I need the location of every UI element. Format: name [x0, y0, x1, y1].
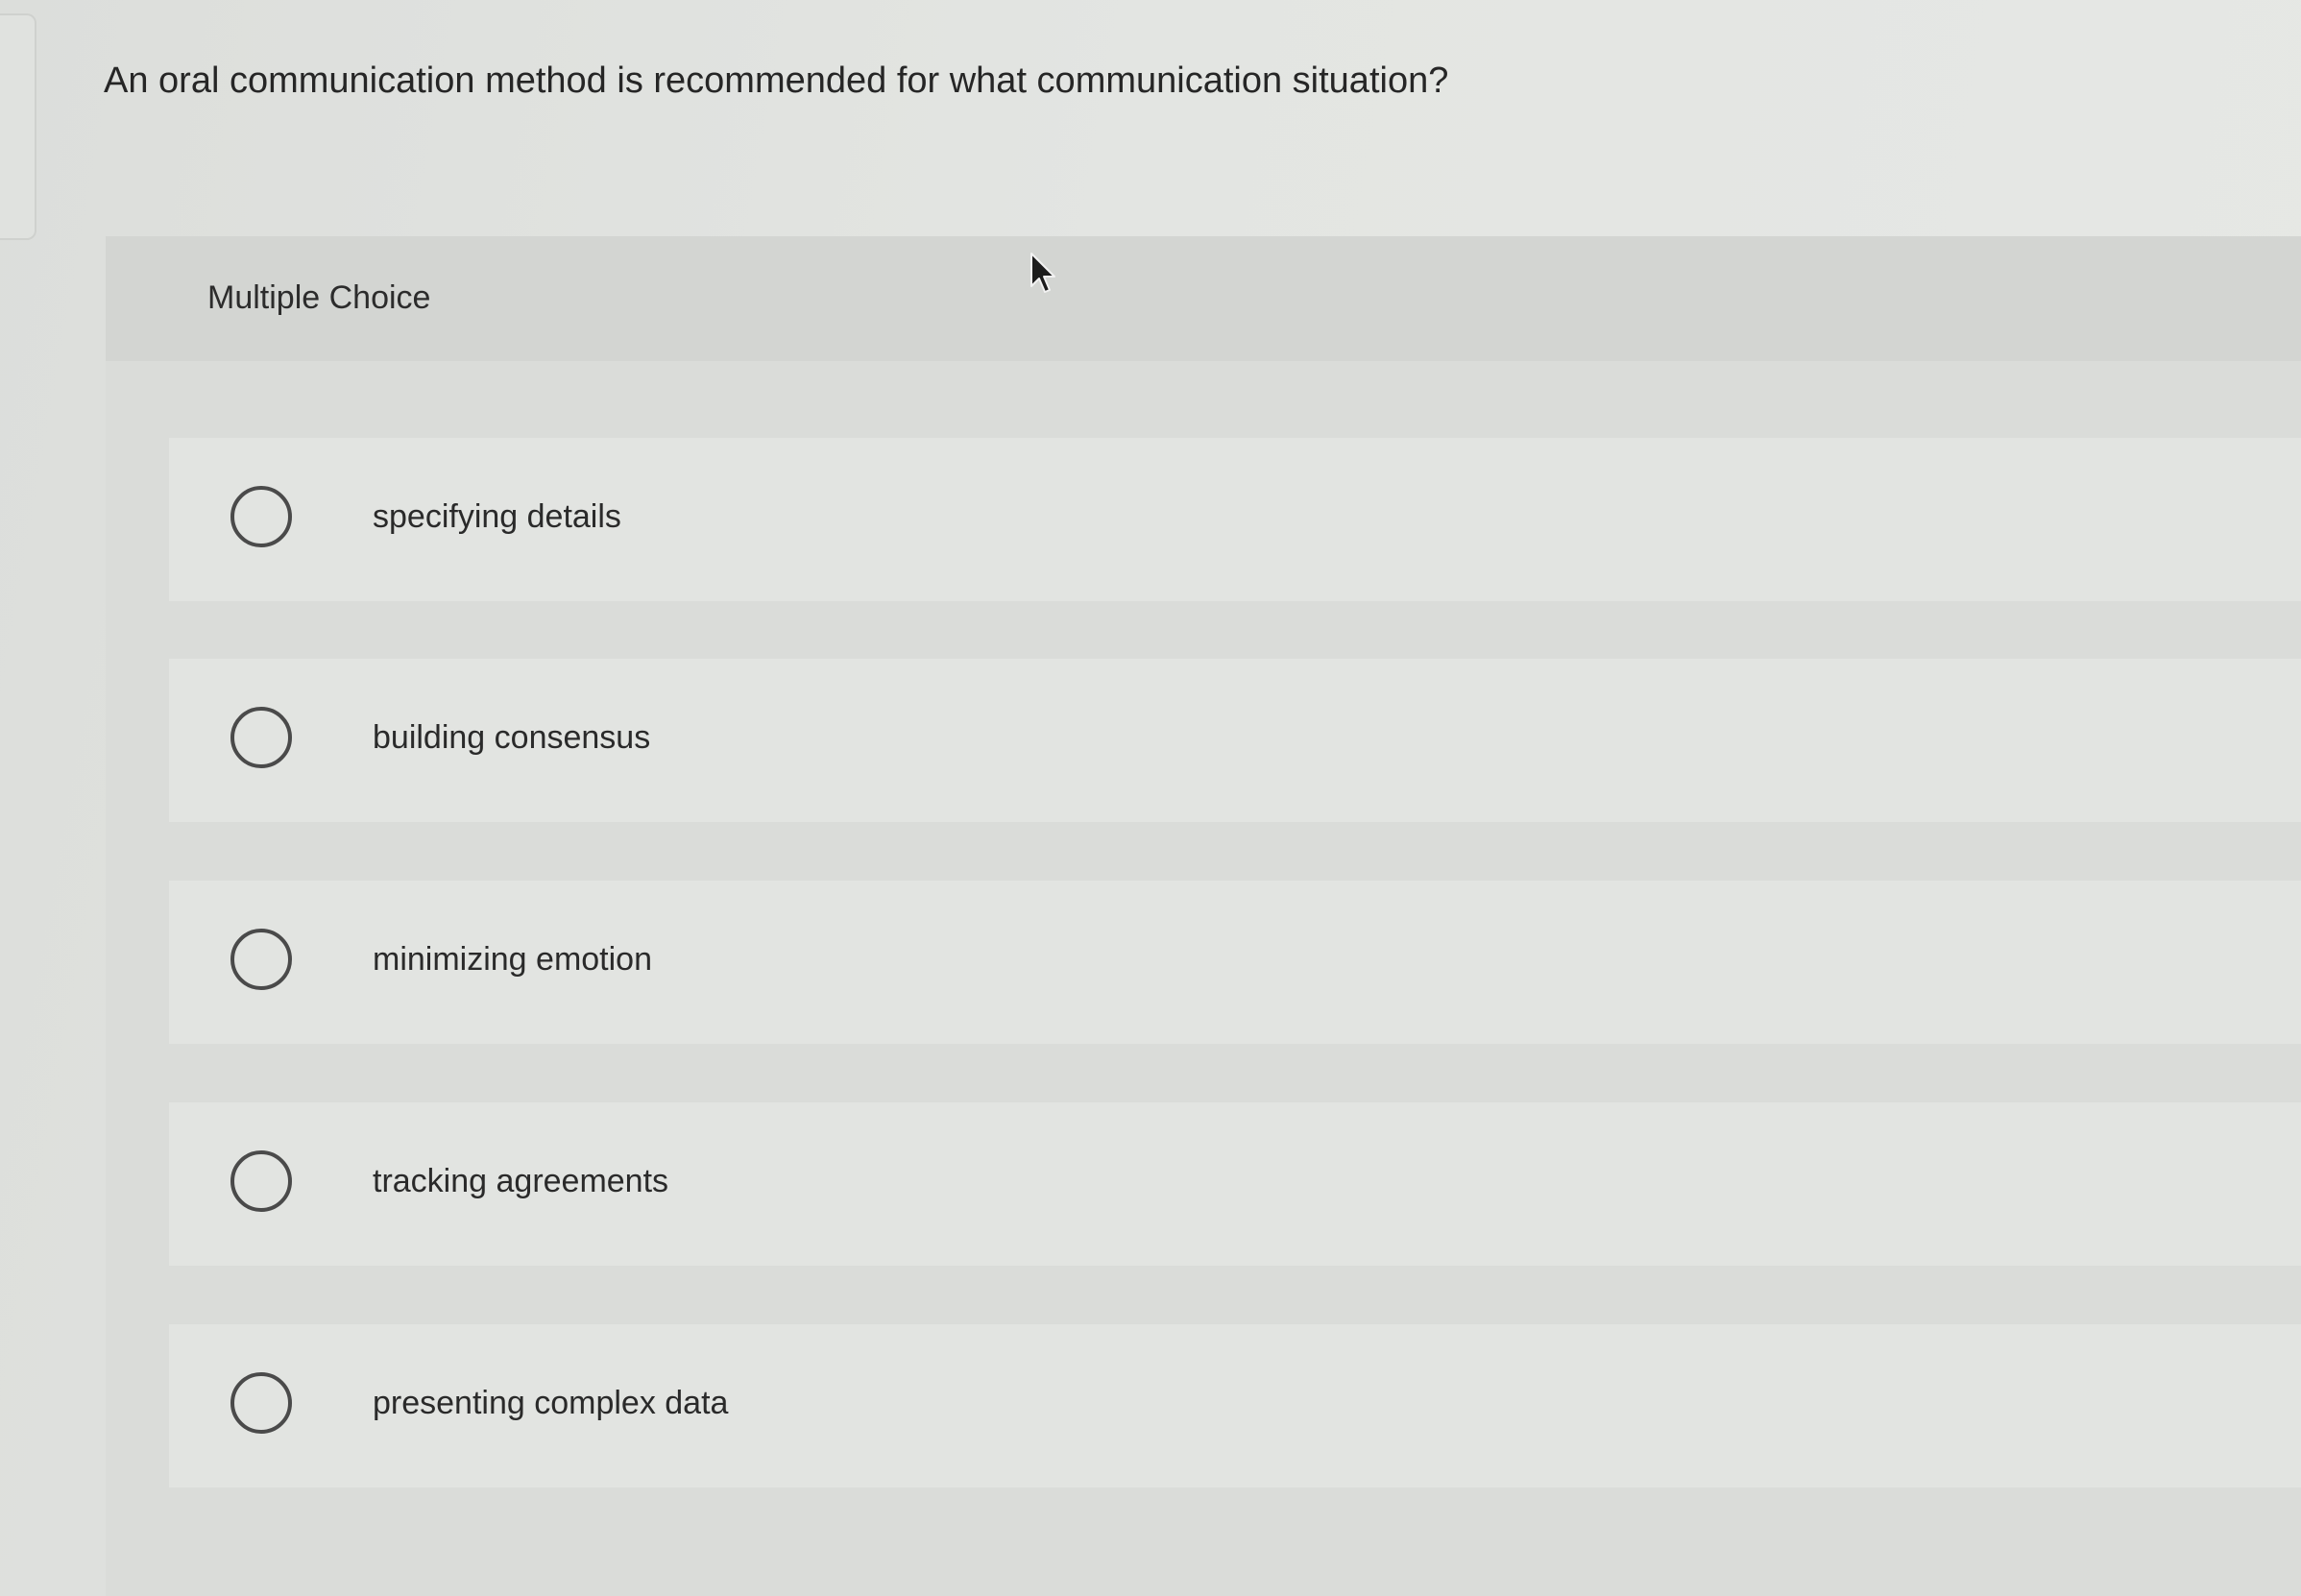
- answer-option-building-consensus[interactable]: building consensus: [169, 659, 2301, 822]
- answer-option-tracking-agreements[interactable]: tracking agreements: [169, 1102, 2301, 1266]
- mouse-pointer-icon: [1030, 253, 1055, 293]
- radio-button-icon[interactable]: [230, 707, 292, 768]
- side-tab[interactable]: [0, 13, 36, 240]
- answer-option-label[interactable]: specifying details: [373, 496, 621, 538]
- answer-option-label[interactable]: presenting complex data: [373, 1382, 728, 1424]
- answer-options: specifying details building consensus mi…: [106, 236, 2301, 1596]
- question-text: An oral communication method is recommen…: [104, 60, 1449, 101]
- radio-button-icon[interactable]: [230, 1150, 292, 1212]
- answer-option-minimizing-emotion[interactable]: minimizing emotion: [169, 881, 2301, 1044]
- answer-option-label[interactable]: building consensus: [373, 716, 650, 759]
- radio-button-icon[interactable]: [230, 486, 292, 547]
- radio-button-icon[interactable]: [230, 929, 292, 990]
- radio-button-icon[interactable]: [230, 1372, 292, 1434]
- answer-option-label[interactable]: minimizing emotion: [373, 938, 652, 980]
- multiple-choice-panel: Multiple Choice specifying details build…: [106, 236, 2301, 1596]
- answer-option-presenting-complex-data[interactable]: presenting complex data: [169, 1324, 2301, 1487]
- answer-option-label[interactable]: tracking agreements: [373, 1160, 668, 1202]
- answer-option-specifying-details[interactable]: specifying details: [169, 438, 2301, 601]
